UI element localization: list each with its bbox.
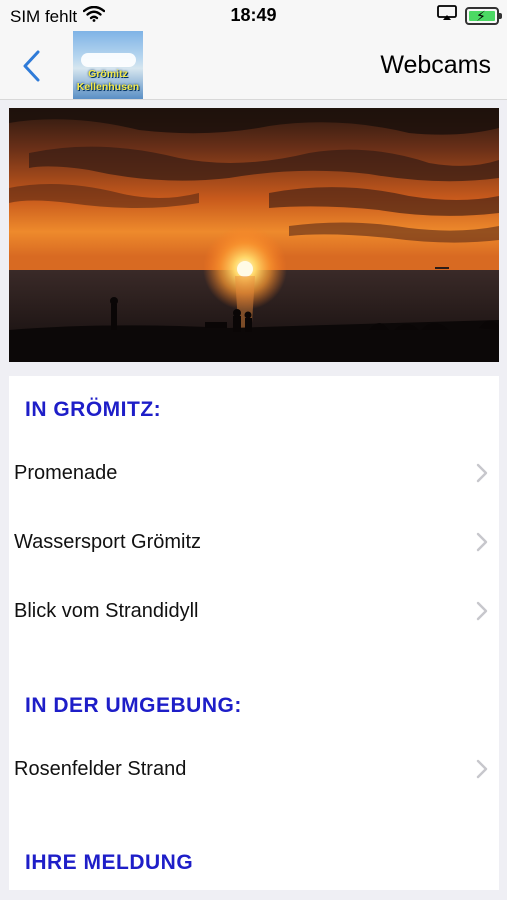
chevron-right-icon	[476, 601, 488, 621]
chevron-right-icon	[476, 463, 488, 483]
airplay-icon	[437, 5, 457, 26]
list-item-label: Blick vom Strandidyll	[14, 600, 199, 622]
sunset-webcam-image	[9, 108, 499, 362]
chevron-left-icon	[23, 50, 40, 82]
chevron-right-icon	[476, 759, 488, 779]
status-bar: SIM fehlt 18:49 ⚡	[0, 0, 507, 30]
logo-text-line2: Kellenhusen	[76, 81, 140, 93]
section-header-ihre-meldung[interactable]: IHRE MELDUNG	[25, 851, 193, 875]
section-header-groemitz: IN GRÖMITZ:	[25, 398, 162, 421]
webcam-list: IN GRÖMITZ: Promenade Wassersport Grömit…	[9, 376, 499, 890]
logo-text-line1: Grömitz	[88, 68, 128, 80]
logo-cloud	[81, 53, 136, 67]
list-item-promenade[interactable]: Promenade	[9, 446, 499, 502]
charging-bolt-icon: ⚡	[476, 7, 486, 24]
chevron-right-icon	[476, 532, 488, 552]
app-logo: Grömitz Kellenhusen	[73, 31, 143, 99]
list-item-label: Rosenfelder Strand	[14, 758, 187, 780]
list-item-strandidyll[interactable]: Blick vom Strandidyll	[9, 584, 499, 640]
list-item-rosenfelder-strand[interactable]: Rosenfelder Strand	[9, 742, 499, 798]
battery-icon: ⚡	[465, 6, 502, 25]
page-title: Webcams	[380, 51, 491, 79]
clock: 18:49	[230, 5, 277, 25]
list-item-label: Wassersport Grömitz	[14, 531, 202, 553]
back-button[interactable]	[18, 48, 48, 84]
list-item-label: Promenade	[14, 462, 118, 484]
navigation-bar: Grömitz Kellenhusen Webcams	[0, 30, 507, 100]
list-item-wassersport[interactable]: Wassersport Grömitz	[9, 515, 499, 571]
section-header-umgebung: IN DER UMGEBUNG:	[25, 694, 242, 717]
status-icons: ⚡	[437, 5, 502, 26]
